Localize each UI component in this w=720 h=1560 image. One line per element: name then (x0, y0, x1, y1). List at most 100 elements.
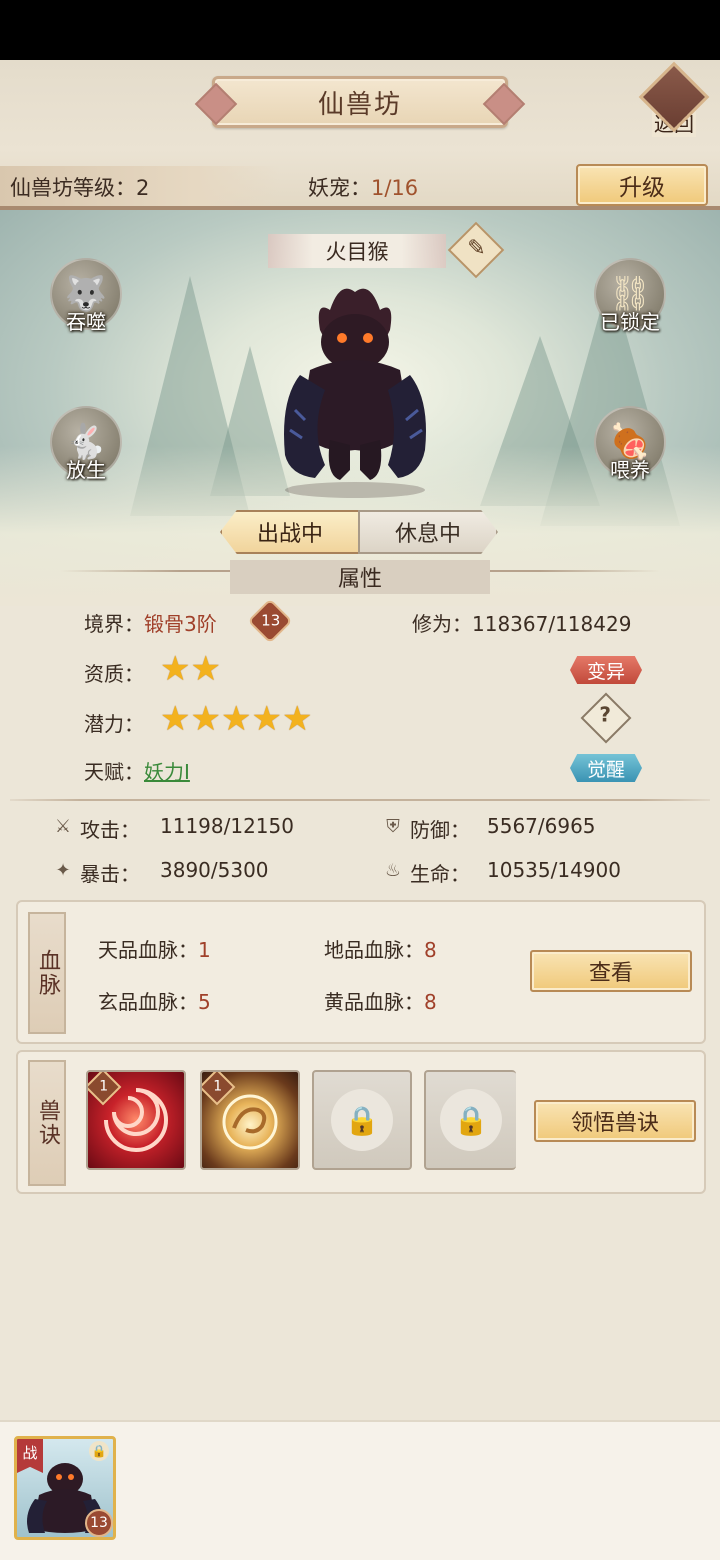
workshop-level: 仙兽坊等级：2 (10, 172, 149, 202)
monster-figure (284, 288, 426, 498)
star-icon: ★ (160, 699, 191, 739)
pet-capacity-label: 妖宠： (308, 176, 371, 200)
hp-label: 生命： (410, 862, 470, 886)
lock-icon: 🔒 (89, 1441, 109, 1461)
yellow-bloodline-label: 黄品血脉： (324, 990, 424, 1014)
attributes-header: 属性 (60, 560, 660, 596)
cultivation-label: 修为： (412, 612, 472, 636)
cultivation-row: 修为：118367/118429 (412, 608, 631, 637)
yellow-bloodline-value: 8 (424, 990, 437, 1014)
health-flame-icon: ♨ (384, 860, 402, 881)
header: 仙兽坊 返回 仙兽坊等级：2 妖宠：1/16 升级 (0, 60, 720, 210)
pet-capacity-value: 1/16 (371, 176, 419, 200)
feed-label: 喂养 (610, 458, 650, 482)
skill-2-level: 1 (213, 1078, 223, 1095)
potential-label: 潜力： (84, 712, 144, 736)
bloodline-tab: 血脉 (28, 912, 66, 1034)
potential-stars: ★★★★★ (160, 702, 312, 736)
devour-button[interactable]: 🐺 吞噬 (46, 258, 126, 354)
potential-row: 潜力： (84, 708, 144, 737)
help-icon[interactable]: ? (580, 692, 632, 744)
talent-link[interactable]: 妖力Ⅰ (144, 760, 190, 784)
bloodline-panel: 血脉 天品血脉：1 地品血脉：8 玄品血脉：5 黄品血脉：8 查看 (16, 900, 706, 1044)
crit-label: 暴击： (80, 862, 140, 886)
page-title: 仙兽坊 (317, 89, 402, 120)
skill-slot-1[interactable]: 1 (86, 1070, 186, 1170)
rename-brush-icon[interactable] (447, 221, 505, 279)
attack-row: 攻击： (80, 814, 140, 843)
skill-1-level: 1 (99, 1078, 109, 1095)
comprehend-skill-button[interactable]: 领悟兽诀 (534, 1100, 696, 1142)
shield-icon: ⛨ (386, 816, 400, 837)
hp-row: 生命： (410, 858, 470, 887)
feed-button[interactable]: 🍖 喂养 (590, 406, 670, 502)
release-label: 放生 (66, 458, 106, 482)
realm-value: 锻骨3阶 (144, 612, 217, 636)
stats-divider (10, 799, 710, 801)
back-button[interactable]: 返回 (638, 61, 710, 142)
cultivation-value: 118367/118429 (472, 612, 632, 636)
defense-value: 5567/6965 (487, 814, 596, 838)
pet-name: 火目猴 (268, 234, 446, 268)
crit-value: 3890/5300 (160, 858, 269, 882)
heaven-bloodline-label: 天品血脉： (98, 938, 198, 962)
lock-icon: 🔒 (440, 1089, 502, 1151)
help-glyph: ? (599, 702, 611, 727)
crit-blade-icon: ✦ (55, 860, 71, 881)
aptitude-label: 资质： (84, 662, 144, 686)
deploy-tabs: 出战中 休息中 (220, 510, 498, 554)
mystic-bloodline-value: 5 (198, 990, 211, 1014)
level-bar: 仙兽坊等级：2 妖宠：1/16 升级 (0, 164, 720, 208)
aptitude-stars: ★★ (160, 652, 221, 686)
pet-capacity: 妖宠：1/16 (308, 172, 418, 202)
skill-slot-3-locked[interactable]: 🔒 (312, 1070, 412, 1170)
mystic-bloodline: 玄品血脉：5 (98, 986, 211, 1015)
attack-label: 攻击： (80, 818, 140, 842)
pet-thumbnail[interactable]: 战 🔒 13 (14, 1436, 116, 1540)
mystic-bloodline-label: 玄品血脉： (98, 990, 198, 1014)
star-icon: ★ (190, 649, 221, 689)
skill-slot-4-locked[interactable]: 🔒 (424, 1070, 516, 1170)
awaken-button[interactable]: 觉醒 (570, 754, 642, 782)
lock-icon: 🔒 (331, 1089, 393, 1151)
star-icon: ★ (190, 699, 221, 739)
workshop-level-value: 2 (136, 176, 150, 200)
upgrade-button[interactable]: 升级 (576, 164, 708, 206)
back-icon (638, 61, 710, 133)
pet-scene: 火目猴 🐺 吞噬 ⛓ 已锁定 🐇 放生 🍖 喂养 (0, 210, 720, 606)
view-bloodline-button[interactable]: 查看 (530, 950, 692, 992)
realm-row: 境界：锻骨3阶 (84, 608, 217, 637)
attributes-title: 属性 (230, 560, 490, 594)
heaven-bloodline-value: 1 (198, 938, 211, 962)
tab-resting[interactable]: 休息中 (358, 510, 498, 554)
mutate-button[interactable]: 变异 (570, 656, 642, 684)
star-icon: ★ (281, 699, 313, 739)
hp-value: 10535/14900 (487, 858, 621, 882)
defense-label: 防御： (410, 818, 470, 842)
yellow-bloodline: 黄品血脉：8 (324, 986, 437, 1015)
star-icon: ★ (251, 699, 282, 739)
tab-in-battle[interactable]: 出战中 (220, 510, 360, 554)
aptitude-row: 资质： (84, 658, 144, 687)
title-plate: 仙兽坊 (212, 76, 508, 128)
earth-bloodline-value: 8 (424, 938, 437, 962)
skills-tab: 兽诀 (28, 1060, 66, 1186)
talent-label: 天赋： (84, 760, 144, 784)
defense-row: 防御： (410, 814, 470, 843)
star-icon: ★ (160, 649, 191, 689)
earth-bloodline: 地品血脉：8 (324, 934, 437, 963)
heaven-bloodline: 天品血脉：1 (98, 934, 211, 963)
lock-button[interactable]: ⛓ 已锁定 (590, 258, 670, 354)
skill-slot-2[interactable]: 1 (200, 1070, 300, 1170)
release-button[interactable]: 🐇 放生 (46, 406, 126, 502)
realm-level-value: 13 (261, 611, 281, 630)
realm-label: 境界： (84, 612, 144, 636)
star-icon: ★ (220, 699, 252, 739)
skills-panel: 兽诀 1 1 🔒 🔒 领悟兽诀 (16, 1050, 706, 1194)
pet-roster: 战 🔒 13 (0, 1420, 720, 1560)
earth-bloodline-label: 地品血脉： (324, 938, 424, 962)
talent-row: 天赋：妖力Ⅰ (84, 756, 190, 785)
sword-icon: ⚔ (54, 816, 72, 837)
status-bar (0, 0, 720, 60)
beast-workshop-page: 仙兽坊 返回 仙兽坊等级：2 妖宠：1/16 升级 火目猴 🐺 吞噬 (0, 60, 720, 1560)
